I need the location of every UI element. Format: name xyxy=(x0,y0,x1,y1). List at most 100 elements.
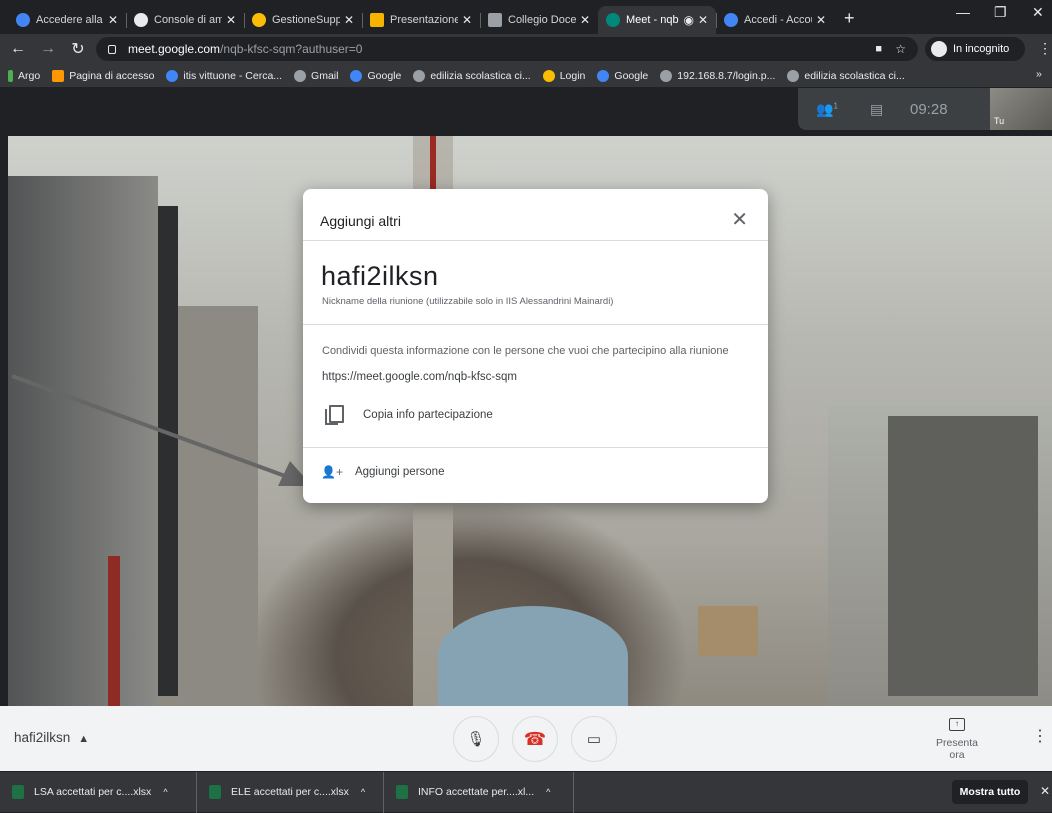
downloads-shelf: LSA accettati per c....xlsx ^ ELE accetta… xyxy=(0,771,1052,813)
google-icon xyxy=(350,69,363,82)
address-bar[interactable]: meet.google.com/nqb-kfsc-sqm?authuser=0 … xyxy=(96,37,918,61)
tab-title: Presentazione s xyxy=(390,14,458,26)
more-bookmarks-icon[interactable]: » xyxy=(1036,68,1042,80)
login-icon xyxy=(542,69,555,82)
bookmark-item[interactable]: Login xyxy=(542,69,585,82)
end-call-button[interactable]: ☎ xyxy=(512,716,558,762)
add-people-label: Aggiungi persone xyxy=(354,466,445,478)
download-item[interactable]: INFO accettate per....xl... ^ xyxy=(384,771,574,813)
browser-tab[interactable]: Console di amm ✕ xyxy=(126,6,244,34)
reload-icon[interactable]: ↻ xyxy=(66,39,90,59)
download-item[interactable]: ELE accettati per c....xlsx ^ xyxy=(197,771,384,813)
bookmark-item[interactable]: Pagina di accesso xyxy=(52,69,155,82)
bookmark-item[interactable]: edilizia scolastica ci... xyxy=(413,69,531,82)
back-icon[interactable]: ← xyxy=(6,40,30,58)
share-instructions: Condividi questa informazione con le per… xyxy=(322,345,729,357)
tab-title: Console di amm xyxy=(154,14,222,26)
browser-tab-active[interactable]: Meet - nqb ◉ ✕ xyxy=(598,6,716,34)
bookmark-item[interactable]: itis vittuone - Cerca... xyxy=(166,69,283,82)
chevron-up-icon[interactable]: ^ xyxy=(361,787,365,797)
meeting-nickname: hafi2ilksn xyxy=(321,261,439,291)
google-icon xyxy=(166,69,179,82)
tab-favicon xyxy=(724,13,738,27)
divider xyxy=(303,447,768,448)
bookmark-item[interactable]: edilizia scolastica ci... xyxy=(787,69,905,82)
bookmark-label: Google xyxy=(614,69,649,82)
add-people-button[interactable]: 👤+ Aggiungi persone xyxy=(321,465,444,479)
browser-tab[interactable]: Presentazione s ✕ xyxy=(362,6,480,34)
new-tab-button[interactable]: + xyxy=(834,8,865,34)
present-label: Presenta ora xyxy=(935,737,979,761)
close-icon[interactable]: ✕ xyxy=(1040,784,1050,798)
globe-icon xyxy=(294,69,307,82)
bookmark-item[interactable]: Google xyxy=(350,69,401,82)
close-icon[interactable]: ✕ xyxy=(580,13,590,27)
bookmark-item[interactable]: Google xyxy=(597,69,649,82)
tab-favicon xyxy=(134,13,148,27)
meeting-details-toggle[interactable]: hafi2ilksn ▲ xyxy=(14,730,89,745)
close-icon[interactable]: ✕ xyxy=(344,13,354,27)
recording-icon: ◉ xyxy=(683,13,694,27)
close-icon[interactable]: ✕ xyxy=(731,207,748,232)
tab-title: Accedere alla Co xyxy=(36,14,104,26)
meeting-controls-bar: hafi2ilksn ▲ 🎙 ☎ ▭ ↑ Presenta ora ⋮ xyxy=(0,706,1052,771)
url-path: /nqb-kfsc-sqm?authuser=0 xyxy=(220,42,363,56)
address-toolbar: ← → ↻ meet.google.com/nqb-kfsc-sqm?authu… xyxy=(0,34,1052,64)
forward-icon[interactable]: → xyxy=(36,40,60,58)
present-now-button[interactable]: ↑ Presenta ora xyxy=(927,718,987,761)
browser-tab[interactable]: Accedere alla Co ✕ xyxy=(8,6,126,34)
download-filename: ELE accettati per c....xlsx xyxy=(231,786,349,798)
browser-tab[interactable]: Accedi - Accoun ✕ xyxy=(716,6,834,34)
bookmark-label: Argo xyxy=(18,69,41,82)
camera-button[interactable]: ▭ xyxy=(571,716,617,762)
bookmark-item[interactable]: 192.168.8.7/login.p... xyxy=(660,69,776,82)
copy-icon xyxy=(325,405,344,425)
microphone-icon: 🎙 xyxy=(466,731,486,748)
restore-icon[interactable]: ❐ xyxy=(994,4,1007,21)
incognito-label: In incognito xyxy=(953,43,1010,55)
bookmark-item[interactable]: Argo xyxy=(8,69,41,82)
google-icon xyxy=(597,69,610,82)
bookmark-label: itis vittuone - Cerca... xyxy=(183,69,283,82)
tab-favicon xyxy=(488,13,502,27)
close-icon[interactable]: ✕ xyxy=(226,13,236,27)
minimize-icon[interactable]: — xyxy=(956,4,970,20)
more-options-icon[interactable]: ⋮ xyxy=(1032,726,1048,746)
bookmark-label: 192.168.8.7/login.p... xyxy=(677,69,776,82)
camera-icon[interactable]: ■ xyxy=(875,43,882,55)
globe-icon xyxy=(660,69,673,82)
divider xyxy=(303,240,768,241)
download-filename: LSA accettati per c....xlsx xyxy=(34,786,152,798)
bookmark-item[interactable]: Gmail xyxy=(294,69,338,82)
download-filename: INFO accettate per....xl... xyxy=(418,786,535,798)
incognito-icon xyxy=(931,41,947,57)
bookmark-label: edilizia scolastica ci... xyxy=(430,69,531,82)
close-icon[interactable]: ✕ xyxy=(698,13,708,27)
show-all-downloads-button[interactable]: Mostra tutto xyxy=(952,780,1028,804)
close-icon[interactable]: ✕ xyxy=(462,13,472,27)
browser-tab-strip: Accedere alla Co ✕ Console di amm ✕ Gestio… xyxy=(0,0,1052,34)
chevron-up-icon[interactable]: ^ xyxy=(546,787,550,797)
tab-title: GestioneSupple xyxy=(272,14,340,26)
browser-tab[interactable]: Collegio Docent ✕ xyxy=(480,6,598,34)
meeting-link[interactable]: https://meet.google.com/nqb-kfsc-sqm xyxy=(322,371,517,383)
window-close-icon[interactable]: ✕ xyxy=(1032,4,1044,21)
bookmark-label: Pagina di accesso xyxy=(69,69,155,82)
tab-title: Accedi - Accoun xyxy=(744,14,812,26)
close-icon[interactable]: ✕ xyxy=(108,13,118,27)
tab-favicon xyxy=(370,13,384,27)
copy-join-info-button[interactable]: Copia info partecipazione xyxy=(325,402,493,428)
lock-icon xyxy=(108,44,116,54)
download-item[interactable]: LSA accettati per c....xlsx ^ xyxy=(0,771,197,813)
browser-tab[interactable]: GestioneSupple ✕ xyxy=(244,6,362,34)
incognito-badge[interactable]: In incognito xyxy=(925,37,1025,61)
phone-hangup-icon: ☎ xyxy=(523,728,547,749)
star-icon[interactable]: ☆ xyxy=(895,42,906,56)
chevron-up-icon[interactable]: ^ xyxy=(163,787,167,797)
menu-icon[interactable]: ⋮ xyxy=(1038,40,1052,57)
bookmarks-bar: Argo Pagina di accesso itis vittuone - C… xyxy=(0,64,1052,88)
bookmark-icon xyxy=(52,69,65,82)
meet-favicon xyxy=(606,13,620,27)
microphone-button[interactable]: 🎙 xyxy=(453,716,499,762)
close-icon[interactable]: ✕ xyxy=(816,13,826,27)
